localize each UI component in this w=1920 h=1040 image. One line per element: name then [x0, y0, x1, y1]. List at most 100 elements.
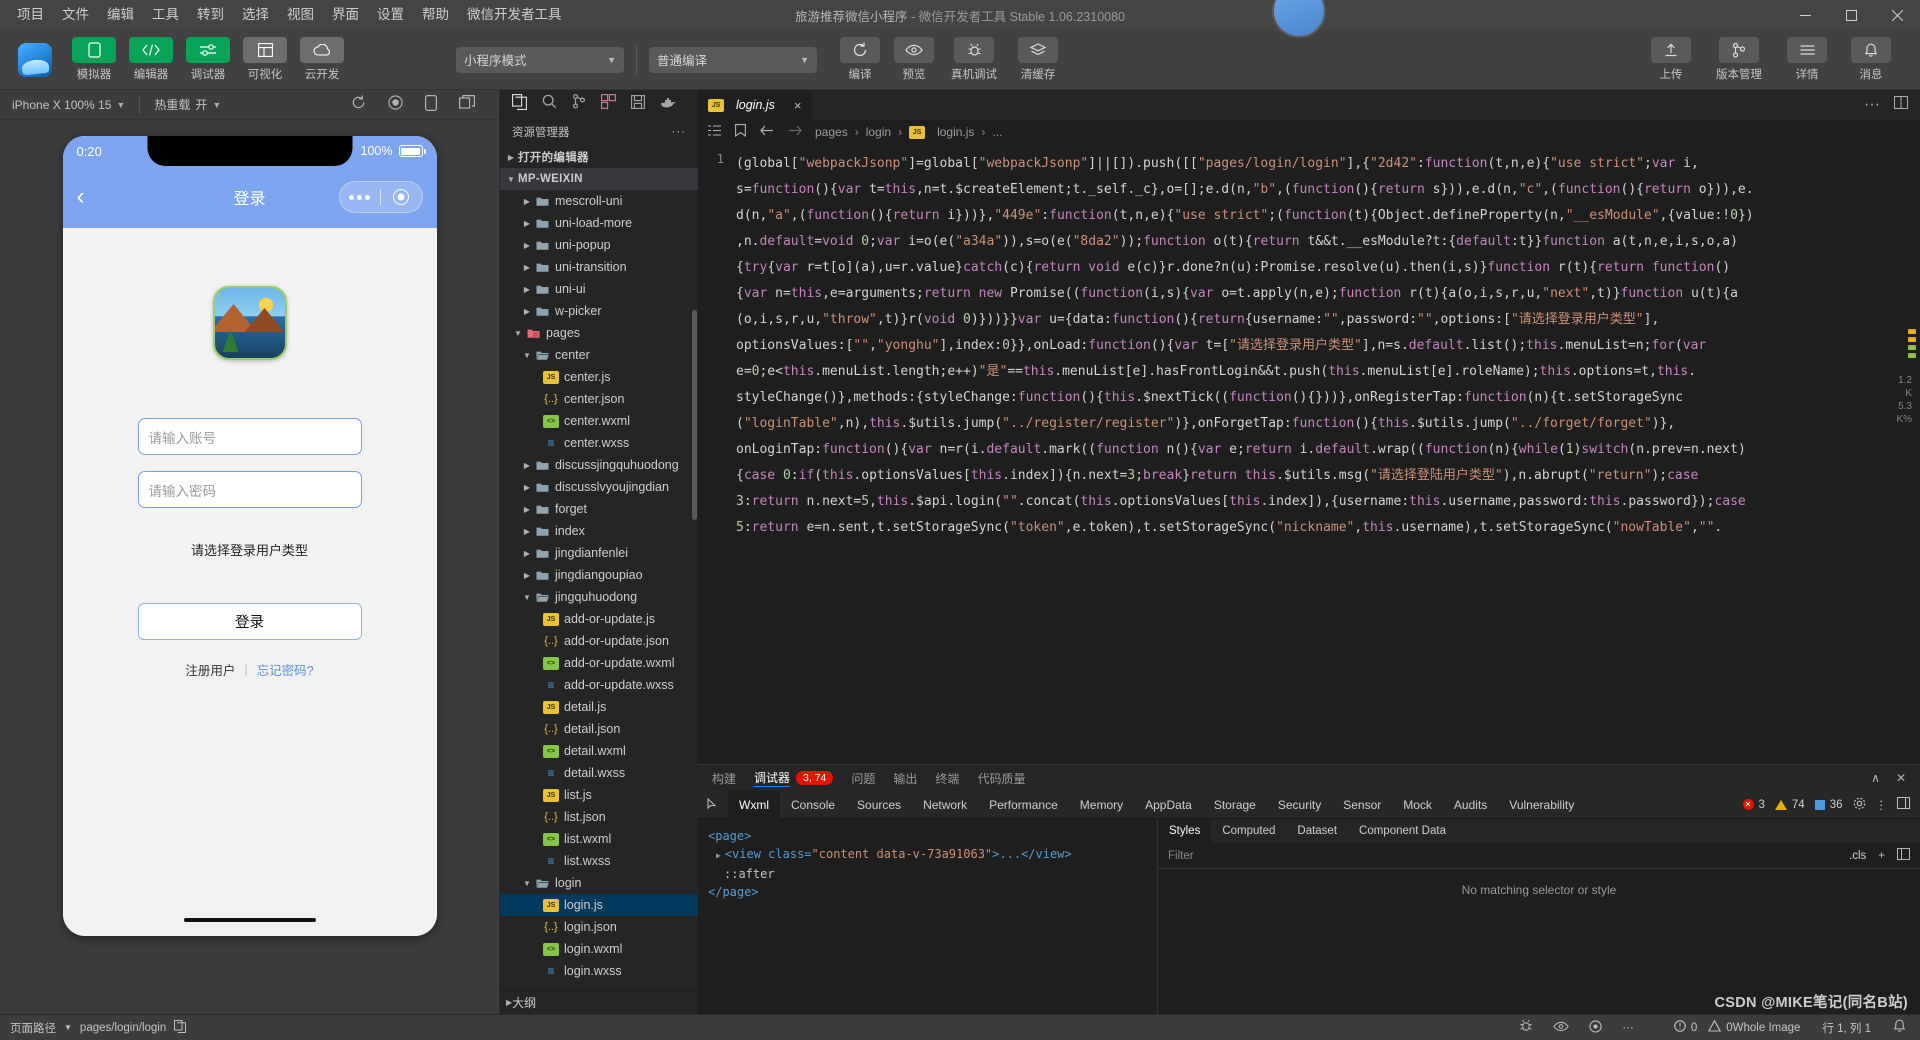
refresh-icon[interactable]	[351, 95, 366, 114]
file-tree-row[interactable]: ≡ list.wxss	[500, 850, 698, 872]
file-tree-row[interactable]: ▶ uni-ui	[500, 278, 698, 300]
source-control-icon[interactable]	[572, 94, 586, 114]
file-tree-row[interactable]: ≡ add-or-update.wxss	[500, 674, 698, 696]
file-tree-row[interactable]: JS add-or-update.js	[500, 608, 698, 630]
chevron-down-icon[interactable]: ▼	[511, 329, 525, 338]
file-tree-row[interactable]: ▶ uni-popup	[500, 234, 698, 256]
bookmark-icon[interactable]	[735, 124, 746, 140]
rotate-icon[interactable]	[425, 95, 438, 114]
chevron-right-icon[interactable]: ▶	[520, 263, 534, 272]
dt-tab-output[interactable]: 输出	[893, 770, 917, 787]
close-button[interactable]	[1874, 0, 1920, 30]
page-path-label[interactable]: 页面路径	[10, 1020, 56, 1036]
dt-panel-vulnerability[interactable]: Vulnerability	[1498, 791, 1585, 819]
file-tree-row[interactable]: {..} detail.json	[500, 718, 698, 740]
toolbar-upload-button[interactable]: 上传	[1644, 37, 1698, 82]
chevron-right-icon[interactable]: ▶	[520, 197, 534, 206]
explorer-outline-section[interactable]: ▶ 大纲	[500, 990, 698, 1014]
explorer-open-editors[interactable]: ▶ 打开的编辑器	[500, 146, 698, 168]
dt-panel-memory[interactable]: Memory	[1069, 791, 1134, 819]
menu-item-file[interactable]: 文件	[53, 4, 98, 26]
menu-item-interface[interactable]: 界面	[323, 4, 368, 26]
maximize-button[interactable]	[1828, 0, 1874, 30]
more-icon[interactable]: ···	[1864, 96, 1880, 114]
toolbar-version-button[interactable]: 版本管理	[1708, 37, 1770, 82]
chevron-down-icon[interactable]: ▼	[520, 593, 534, 602]
file-tree-row[interactable]: ▶ jingdianfenlei	[500, 542, 698, 564]
wxml-view-row[interactable]: ▶ <view class="content data-v-73a91063">.…	[708, 845, 1147, 865]
search-icon[interactable]	[542, 94, 557, 114]
file-tree-row[interactable]: ▶ jingdiangoupiao	[500, 564, 698, 586]
menu-item-tools[interactable]: 工具	[143, 4, 188, 26]
dt-error-count[interactable]: ✕ 3	[1742, 799, 1765, 811]
explorer-scrollbar[interactable]	[692, 310, 697, 520]
menu-item-help[interactable]: 帮助	[413, 4, 458, 26]
toolbar-clear-cache-button[interactable]: 清缓存	[1007, 37, 1069, 82]
capsule-close-icon[interactable]	[381, 189, 422, 205]
toolbar-debugger[interactable]: 调试器	[184, 37, 232, 82]
file-tree-row[interactable]: {..} login.json	[500, 916, 698, 938]
menu-item-view[interactable]: 视图	[278, 4, 323, 26]
styles-filter-input[interactable]: Filter	[1168, 850, 1194, 862]
styles-tab-dataset[interactable]: Dataset	[1286, 819, 1348, 843]
username-input[interactable]: 请输入账号	[137, 418, 362, 455]
chevron-right-icon[interactable]: ▶	[520, 307, 534, 316]
dt-tab-code-quality[interactable]: 代码质量	[977, 770, 1025, 787]
status-error-count[interactable]: 0 0	[1674, 1019, 1733, 1035]
file-tree-row[interactable]: <> login.wxml	[500, 938, 698, 960]
file-tree-row[interactable]: ▼ login	[500, 872, 698, 894]
compile-select[interactable]: 普通编译 ▼	[649, 46, 817, 73]
menu-item-project[interactable]: 项目	[8, 4, 53, 26]
chevron-right-icon[interactable]: ▶	[520, 461, 534, 470]
toolbar-editor[interactable]: 编辑器	[127, 37, 175, 82]
menu-item-settings[interactable]: 设置	[368, 4, 413, 26]
device-selector[interactable]: iPhone X 100% 15 ▼	[12, 98, 139, 112]
chevron-down-icon[interactable]: ▼	[520, 351, 534, 360]
file-tree-row[interactable]: ▶ w-picker	[500, 300, 698, 322]
dt-tab-debugger[interactable]: 调试器	[754, 769, 791, 787]
file-tree-row[interactable]: ▼ pages	[500, 322, 698, 344]
chevron-right-icon[interactable]: ▶	[520, 549, 534, 558]
eye-icon[interactable]	[1553, 1021, 1570, 1035]
dt-info-count[interactable]: 36	[1814, 799, 1843, 811]
file-tree-row[interactable]: <> detail.wxml	[500, 740, 698, 762]
chevron-left-icon[interactable]: ‹	[77, 185, 85, 209]
file-tree-row[interactable]: JS center.js	[500, 366, 698, 388]
file-tree-row[interactable]: <> add-or-update.wxml	[500, 652, 698, 674]
menu-item-edit[interactable]: 编辑	[98, 4, 143, 26]
chevron-right-icon[interactable]: ▶	[520, 285, 534, 294]
dt-panel-mock[interactable]: Mock	[1392, 791, 1443, 819]
file-tree-row[interactable]: <> center.wxml	[500, 410, 698, 432]
chevron-right-icon[interactable]: ▶	[520, 219, 534, 228]
file-tree-row[interactable]: ▼ jingquhuodong	[500, 586, 698, 608]
menu-item-select[interactable]: 选择	[233, 4, 278, 26]
window-icon[interactable]	[459, 95, 475, 114]
styles-tab-computed[interactable]: Computed	[1211, 819, 1286, 843]
save-icon[interactable]	[631, 94, 645, 114]
register-link[interactable]: 注册用户	[185, 660, 235, 679]
breadcrumb-pages[interactable]: pages	[815, 125, 848, 139]
dt-panel-appdata[interactable]: AppData	[1134, 791, 1203, 819]
menu-item-goto[interactable]: 转到	[188, 4, 233, 26]
chevron-up-icon[interactable]: ∧	[1871, 771, 1880, 785]
breadcrumb-file[interactable]: login.js	[937, 125, 974, 139]
minimize-button[interactable]	[1782, 0, 1828, 30]
layout-icon[interactable]	[1897, 848, 1910, 863]
files-icon[interactable]	[512, 93, 527, 115]
radio-icon[interactable]	[1589, 1019, 1602, 1036]
dt-tab-build[interactable]: 构建	[712, 770, 736, 787]
dt-panel-storage[interactable]: Storage	[1203, 791, 1267, 819]
more-vertical-icon[interactable]: ⋮	[1876, 798, 1888, 812]
dt-panel-performance[interactable]: Performance	[978, 791, 1069, 819]
toolbar-remote-debug-button[interactable]: 真机调试	[941, 37, 1007, 82]
toolbar-compile-button[interactable]: 编译	[833, 37, 887, 82]
outline-icon[interactable]	[708, 125, 721, 139]
chevron-right-icon[interactable]: ▶	[520, 527, 534, 536]
chevron-down-icon[interactable]: ▼	[64, 1023, 72, 1032]
dt-panel-console[interactable]: Console	[780, 791, 846, 819]
mode-select[interactable]: 小程序模式 ▼	[456, 46, 624, 73]
wxml-tree[interactable]: <page> ▶ <view class="content data-v-73a9…	[698, 819, 1158, 1014]
editor-tab-login-js[interactable]: JS login.js ×	[698, 90, 812, 120]
file-tree-row[interactable]: {..} center.json	[500, 388, 698, 410]
more-icon[interactable]: ···	[672, 126, 687, 138]
